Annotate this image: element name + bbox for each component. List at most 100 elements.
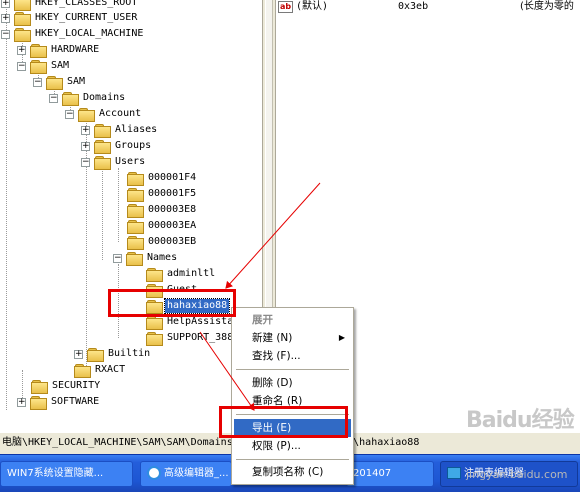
folder-icon	[127, 188, 144, 202]
tree-node-adminltl[interactable]: adminltl	[146, 266, 217, 282]
tree-node-rxact[interactable]: RXACT	[74, 362, 127, 378]
value-type: (长度为零的	[520, 1, 574, 12]
taskbar-item-201407[interactable]: 201407	[346, 461, 434, 487]
context-menu[interactable]: 展开 新建 (N) ▶ 查找 (F)... 删除 (D) 重命名 (R) 导出 …	[231, 307, 354, 485]
menu-item-copy-key-name[interactable]: 复制项名称 (C)	[234, 463, 351, 481]
tree-node-label: SECURITY	[52, 380, 101, 391]
tree-node-000001f4[interactable]: 000001F4	[127, 170, 198, 186]
folder-icon	[14, 0, 31, 11]
tree-node-label: 000003EA	[148, 220, 197, 231]
tree-node-000001f5[interactable]: 000001F5	[127, 186, 198, 202]
tree-node-hardware[interactable]: + HARDWARE	[17, 42, 101, 58]
expand-toggle[interactable]: +	[1, 13, 10, 23]
expand-toggle[interactable]: +	[81, 141, 90, 151]
open-folder-icon	[94, 156, 111, 170]
folder-icon	[94, 124, 111, 138]
menu-item-label: 查找 (F)...	[252, 350, 301, 362]
folder-icon	[30, 44, 47, 58]
taskbar-label: 高级编辑器_...	[164, 468, 229, 479]
tree-node-account[interactable]: − Account	[65, 106, 143, 122]
taskbar-item-win7-settings[interactable]: WIN7系统设置隐藏...	[0, 461, 133, 487]
tree-node-sam-sam[interactable]: − SAM	[33, 74, 87, 90]
collapse-toggle[interactable]: −	[1, 29, 10, 39]
tree-node-names[interactable]: − Names	[113, 250, 179, 266]
tree-node-sam[interactable]: − SAM	[17, 58, 71, 74]
menu-item-label: 权限 (P)...	[252, 440, 301, 452]
taskbar-item-editor[interactable]: 高级编辑器_...	[140, 461, 232, 487]
folder-icon	[146, 332, 163, 346]
tree-node-label: SOFTWARE	[51, 396, 100, 407]
menu-item-permissions[interactable]: 权限 (P)...	[234, 437, 351, 455]
expand-toggle[interactable]: +	[81, 125, 90, 135]
expand-toggle[interactable]: +	[74, 349, 83, 359]
collapse-toggle[interactable]: −	[81, 157, 90, 167]
tree-node-label: HARDWARE	[51, 44, 100, 55]
browser-icon	[147, 466, 161, 480]
tree-node-support[interactable]: SUPPORT_388	[146, 330, 235, 346]
tree-node-label: 000001F5	[148, 188, 197, 199]
open-folder-icon	[62, 92, 79, 106]
folder-icon	[74, 364, 91, 378]
collapse-toggle[interactable]: −	[17, 61, 26, 71]
folder-icon	[30, 396, 47, 410]
tree-node-users[interactable]: − Users	[81, 154, 147, 170]
value-data: 0x3eb	[398, 1, 429, 12]
tree-node-label: Account	[99, 108, 142, 119]
expand-toggle[interactable]: +	[17, 397, 26, 407]
tree-node-security[interactable]: SECURITY	[31, 378, 102, 394]
tree-node-label: Builtin	[108, 348, 151, 359]
folder-icon	[127, 204, 144, 218]
folder-icon	[14, 12, 31, 26]
folder-icon	[94, 140, 111, 154]
folder-icon	[146, 316, 163, 330]
tree-node-domains[interactable]: − Domains	[49, 90, 127, 106]
collapse-toggle[interactable]: −	[65, 109, 74, 119]
tree-node-label: 000003E8	[148, 204, 197, 215]
tree-node-software[interactable]: + SOFTWARE	[17, 394, 101, 410]
watermark-brand: Baidu经验	[466, 408, 575, 433]
submenu-arrow-icon: ▶	[338, 333, 345, 342]
folder-icon	[87, 348, 104, 362]
menu-item-find[interactable]: 查找 (F)...	[234, 347, 351, 365]
collapse-toggle[interactable]: −	[33, 77, 42, 87]
open-folder-icon	[30, 60, 47, 74]
tree-node-hkey-local-machine[interactable]: − HKEY_LOCAL_MACHINE	[1, 26, 145, 42]
tree-node-label: HKEY_LOCAL_MACHINE	[35, 28, 144, 39]
menu-item-label: 展开	[252, 314, 273, 326]
open-folder-icon	[78, 108, 95, 122]
collapse-toggle[interactable]: −	[113, 253, 122, 263]
menu-item-label: 复制项名称 (C)	[252, 466, 324, 478]
open-folder-icon	[46, 76, 63, 90]
tree-node-label: 000001F4	[148, 172, 197, 183]
value-row-default[interactable]: ab (默认) 0x3eb (长度为零的	[276, 0, 580, 16]
tree-node-000003ea[interactable]: 000003EA	[127, 218, 198, 234]
tree-node-groups[interactable]: + Groups	[81, 138, 153, 154]
taskbar-label: WIN7系统设置隐藏...	[7, 468, 104, 479]
menu-item-delete[interactable]: 删除 (D)	[234, 374, 351, 392]
open-folder-icon	[14, 28, 31, 42]
expand-toggle[interactable]: +	[17, 45, 26, 55]
folder-icon	[31, 380, 48, 394]
registry-tree[interactable]: + HKEY_CLASSES_ROOT + HKEY_CURRENT_USER …	[0, 0, 262, 432]
folder-icon	[127, 236, 144, 250]
tree-node-label: Users	[115, 156, 146, 167]
collapse-toggle[interactable]: −	[49, 93, 58, 103]
tree-node-000003eb[interactable]: 000003EB	[127, 234, 198, 250]
tree-node-label: Domains	[83, 92, 126, 103]
menu-item-new[interactable]: 新建 (N) ▶	[234, 329, 351, 347]
annotation-box-export	[219, 406, 348, 438]
tree-node-label: Names	[147, 252, 178, 263]
expand-toggle[interactable]: +	[1, 0, 10, 8]
tree-node-label: Aliases	[115, 124, 158, 135]
menu-separator	[236, 459, 349, 460]
menu-separator	[236, 369, 349, 370]
tree-node-aliases[interactable]: + Aliases	[81, 122, 159, 138]
tree-node-hkey-current-user[interactable]: + HKEY_CURRENT_USER	[1, 10, 139, 26]
watermark: Baidu经验 jingyan.baidu.com	[466, 402, 578, 481]
tree-node-builtin[interactable]: + Builtin	[74, 346, 152, 362]
tree-node-label: RXACT	[95, 364, 126, 375]
tree-node-000003e8[interactable]: 000003E8	[127, 202, 198, 218]
menu-item-label: 新建 (N)	[252, 332, 293, 344]
menu-item-expand[interactable]: 展开	[234, 311, 351, 329]
registry-editor-icon	[447, 467, 461, 479]
